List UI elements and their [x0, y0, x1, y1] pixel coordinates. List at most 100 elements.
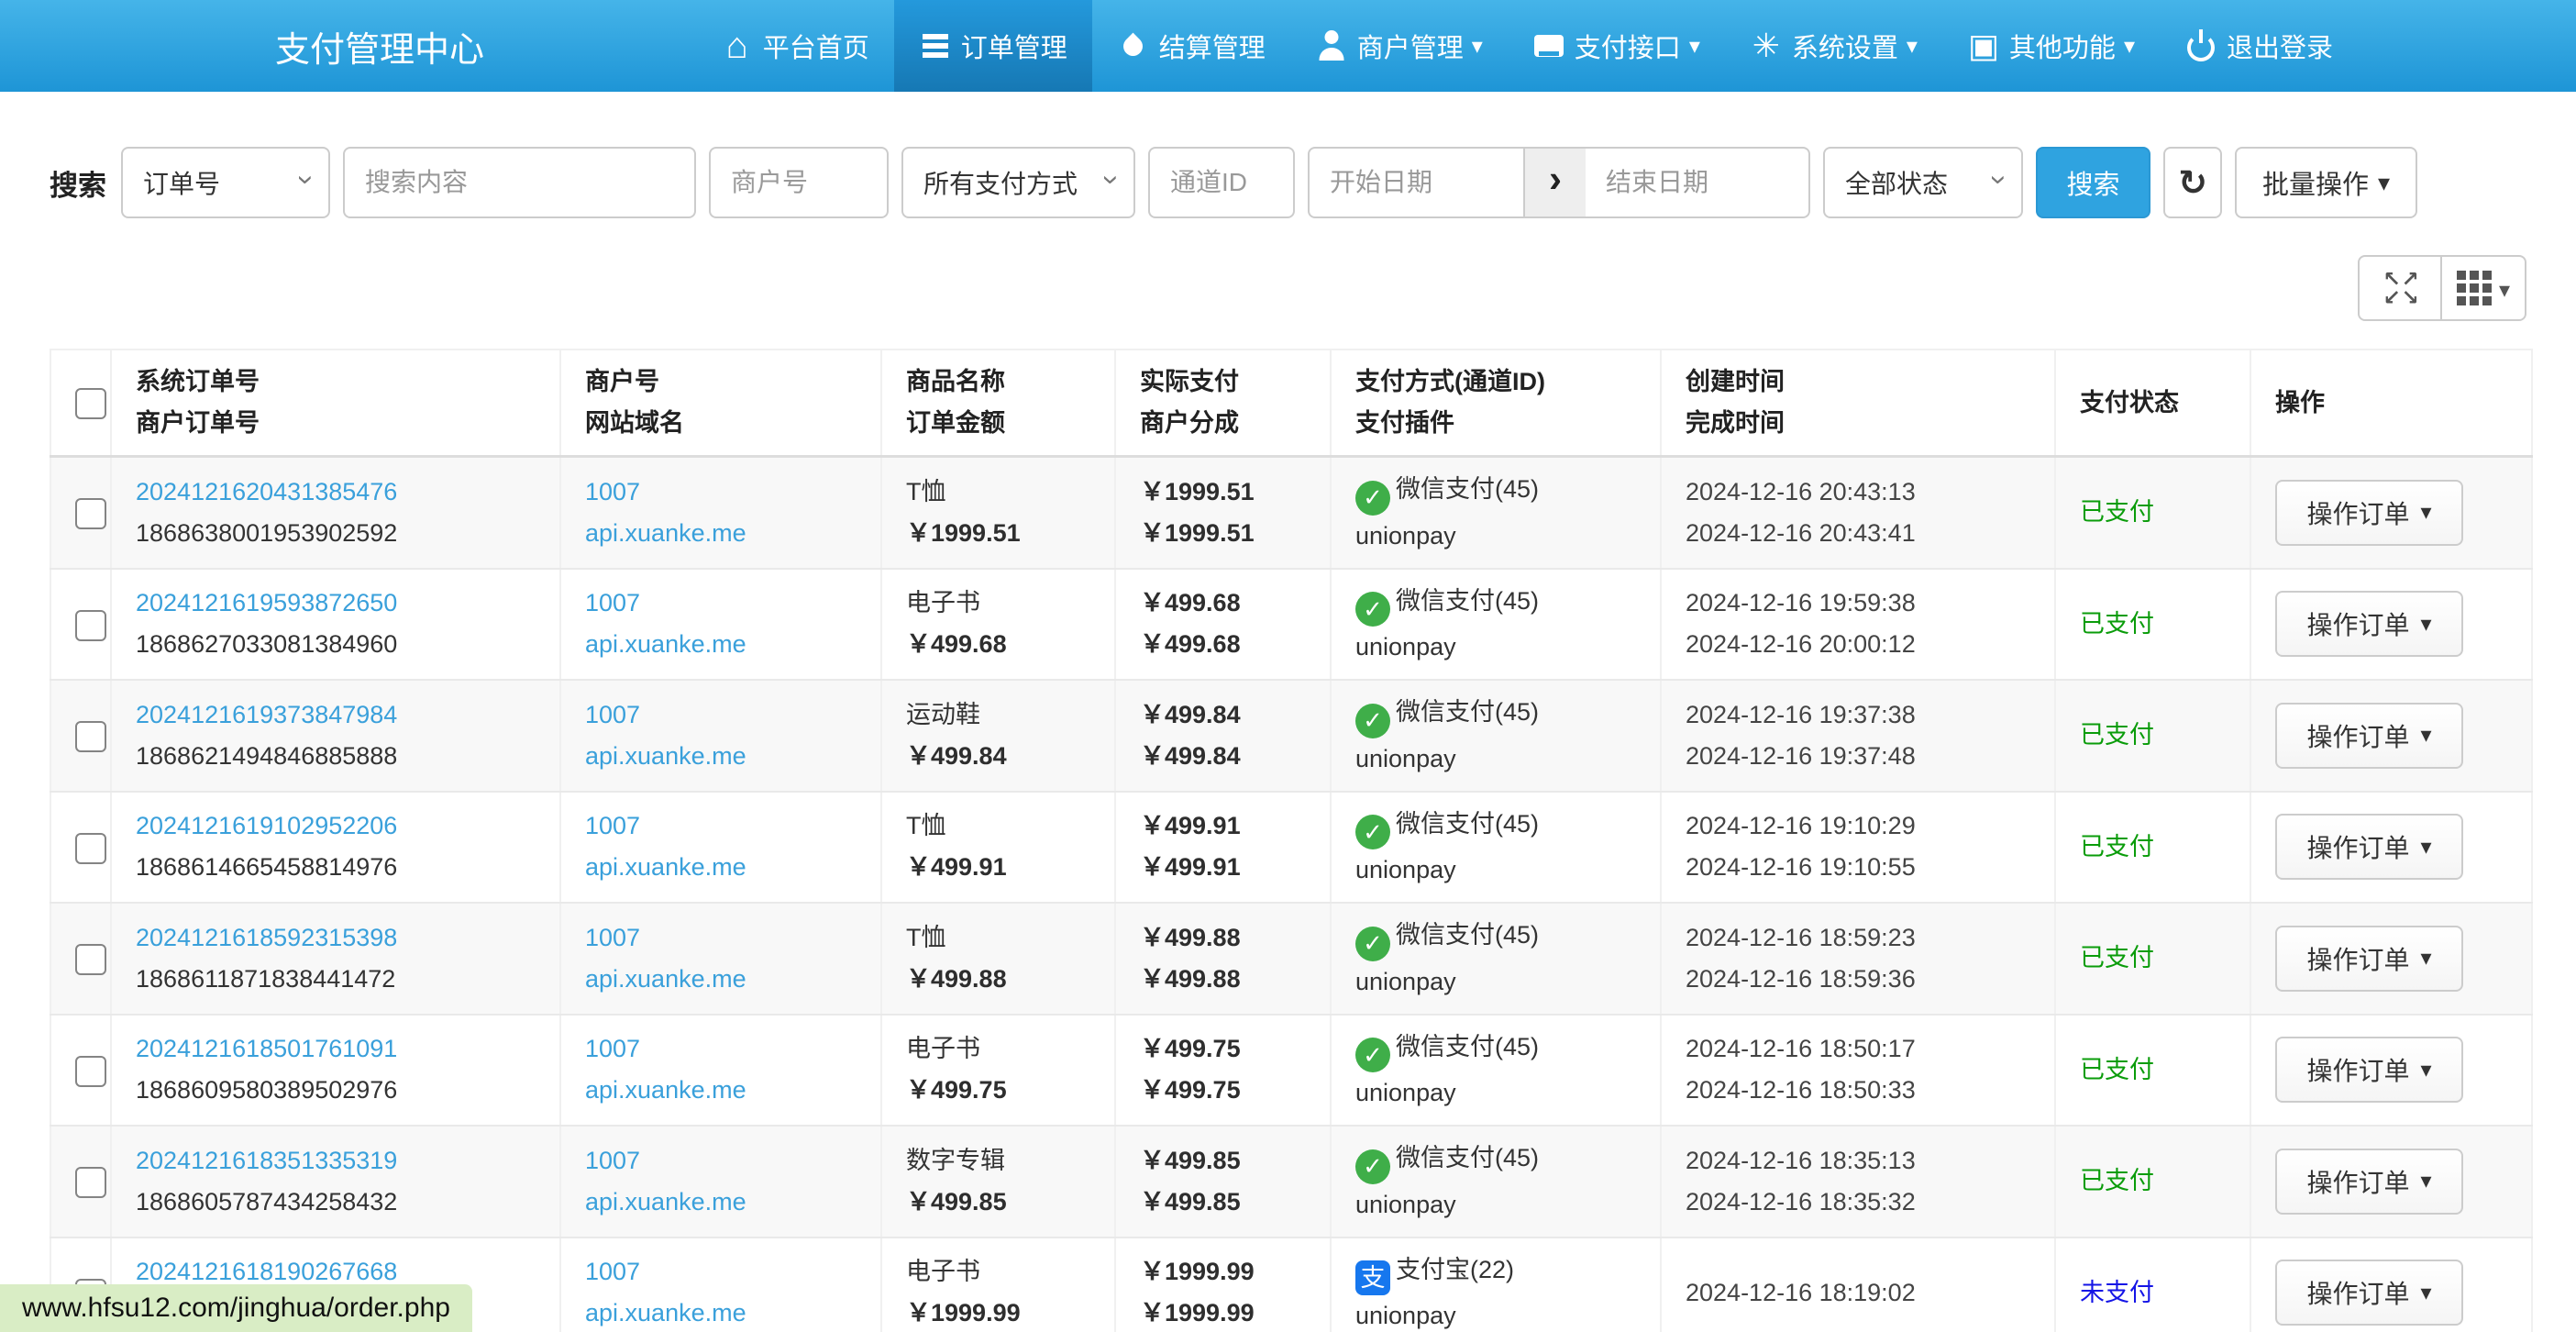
merchant-no-input[interactable]: [709, 147, 889, 218]
refresh-button[interactable]: ↻: [2163, 147, 2222, 218]
select-all-checkbox[interactable]: [75, 388, 106, 419]
chevron-down-icon: ▾: [1907, 33, 1918, 60]
cell-paid: ￥499.68 ￥499.68: [1115, 569, 1331, 681]
nav-item[interactable]: 商户管理 ▾: [1290, 0, 1508, 92]
domain-link[interactable]: api.xuanke.me: [585, 519, 746, 547]
cell-time: 2024-12-16 18:59:23 2024-12-16 18:59:36: [1661, 903, 2055, 1015]
system-order-link[interactable]: 2024121620431385476: [136, 478, 397, 505]
search-type-select[interactable]: 订单号: [121, 147, 330, 218]
order-action-label: 操作订单: [2306, 494, 2409, 531]
cell-method: 微信支付(45) unionpay: [1331, 680, 1661, 792]
paid-amount: ￥499.91: [1140, 805, 1306, 847]
nav-item[interactable]: 其他功能 ▾: [1942, 0, 2160, 92]
cell-order-numbers: 2024121618351335319 1868605787434258432: [111, 1126, 560, 1238]
merchant-no-link[interactable]: 1007: [585, 1147, 640, 1174]
order-action-button[interactable]: 操作订单: [2275, 591, 2463, 657]
channel-id-input[interactable]: [1148, 147, 1295, 218]
domain-link[interactable]: api.xuanke.me: [585, 1076, 746, 1104]
row-checkbox[interactable]: [75, 833, 106, 864]
order-action-button[interactable]: 操作订单: [2275, 1260, 2463, 1326]
system-order-link[interactable]: 2024121618501761091: [136, 1035, 397, 1062]
cell-merchant: 1007 api.xuanke.me: [560, 680, 881, 792]
start-date-input[interactable]: [1308, 147, 1525, 218]
search-keyword-input[interactable]: [343, 147, 696, 218]
bulk-actions-button[interactable]: 批量操作: [2235, 147, 2417, 218]
cell-method: 微信支付(45) unionpay: [1331, 1015, 1661, 1127]
table-row: 2024121619102952206 1868614665458814976 …: [50, 792, 2532, 904]
share-amount: ￥499.75: [1140, 1070, 1306, 1111]
cell-action: 操作订单: [2250, 680, 2532, 792]
order-action-button[interactable]: 操作订单: [2275, 926, 2463, 992]
system-order-link[interactable]: 2024121618190267668: [136, 1258, 397, 1285]
system-order-link[interactable]: 2024121618351335319: [136, 1147, 397, 1174]
row-checkbox[interactable]: [75, 721, 106, 752]
domain-link[interactable]: api.xuanke.me: [585, 853, 746, 881]
order-action-button[interactable]: 操作订单: [2275, 1037, 2463, 1103]
cell-status: 已支付: [2055, 1126, 2250, 1238]
merchant-no-link[interactable]: 1007: [585, 701, 640, 728]
nav-item[interactable]: 平台首页 ▾: [696, 0, 894, 92]
cell-status: 已支付: [2055, 792, 2250, 904]
order-action-label: 操作订单: [2306, 1051, 2409, 1088]
nav-item-label: 系统设置: [1792, 27, 1898, 65]
row-checkbox[interactable]: [75, 1167, 106, 1198]
completed-time: 2024-12-16 20:43:41: [1686, 513, 2030, 554]
end-date-input[interactable]: [1586, 147, 1810, 218]
nav-item[interactable]: 结算管理 ▾: [1092, 0, 1290, 92]
status-select[interactable]: 全部状态: [1823, 147, 2023, 218]
status-badge: 已支付: [2080, 610, 2154, 638]
system-order-link[interactable]: 2024121619593872650: [136, 589, 397, 616]
domain-link[interactable]: api.xuanke.me: [585, 965, 746, 993]
completed-time: 2024-12-16 18:50:33: [1686, 1070, 2030, 1111]
order-amount: ￥499.75: [906, 1070, 1090, 1111]
status-badge: 已支付: [2080, 721, 2154, 749]
created-time: 2024-12-16 18:19:02: [1686, 1272, 2030, 1314]
nav-item[interactable]: 支付接口 ▾: [1508, 0, 1725, 92]
product-name: T恤: [906, 805, 1090, 847]
pay-method-select[interactable]: 所有支付方式: [901, 147, 1135, 218]
search-button[interactable]: 搜索: [2036, 147, 2150, 218]
nav-item[interactable]: 订单管理 ▾: [894, 0, 1092, 92]
paid-amount: ￥1999.51: [1140, 472, 1306, 513]
system-order-link[interactable]: 2024121618592315398: [136, 924, 397, 951]
merchant-no-link[interactable]: 1007: [585, 478, 640, 505]
row-checkbox[interactable]: [75, 1056, 106, 1087]
domain-link[interactable]: api.xuanke.me: [585, 630, 746, 658]
link-preview-statusbar: www.hfsu12.com/jinghua/order.php: [0, 1284, 472, 1332]
order-action-button[interactable]: 操作订单: [2275, 1149, 2463, 1215]
merchant-no-link[interactable]: 1007: [585, 1258, 640, 1285]
domain-link[interactable]: api.xuanke.me: [585, 1299, 746, 1326]
share-amount: ￥499.91: [1140, 847, 1306, 888]
payment-method: 微信支付(45): [1396, 587, 1539, 615]
fullscreen-button[interactable]: ↖↗↙↘: [2358, 255, 2442, 321]
merchant-order-no: 1868605787434258432: [136, 1182, 536, 1223]
created-time: 2024-12-16 20:43:13: [1686, 472, 2030, 513]
merchant-no-link[interactable]: 1007: [585, 924, 640, 951]
cell-action: 操作订单: [2250, 903, 2532, 1015]
status-badge: 已支付: [2080, 944, 2154, 971]
merchant-no-link[interactable]: 1007: [585, 812, 640, 839]
row-checkbox[interactable]: [75, 498, 106, 529]
merchant-no-link[interactable]: 1007: [585, 1035, 640, 1062]
top-navbar: 支付管理中心 平台首页 ▾ 订单管理 ▾ 结算管理 ▾ 商户管理: [0, 0, 2576, 92]
nav-item[interactable]: 系统设置 ▾: [1725, 0, 1942, 92]
cell-action: 操作订单: [2250, 1238, 2532, 1332]
completed-time: 2024-12-16 20:00:12: [1686, 624, 2030, 665]
order-action-button[interactable]: 操作订单: [2275, 814, 2463, 880]
nav-item-label: 平台首页: [763, 27, 869, 65]
row-checkbox[interactable]: [75, 944, 106, 975]
domain-link[interactable]: api.xuanke.me: [585, 1188, 746, 1215]
completed-time: 2024-12-16 18:59:36: [1686, 959, 2030, 1000]
domain-link[interactable]: api.xuanke.me: [585, 742, 746, 770]
merchant-no-link[interactable]: 1007: [585, 589, 640, 616]
row-checkbox[interactable]: [75, 610, 106, 641]
cell-product: T恤 ￥499.91: [881, 792, 1115, 904]
system-order-link[interactable]: 2024121619373847984: [136, 701, 397, 728]
system-order-link[interactable]: 2024121619102952206: [136, 812, 397, 839]
order-action-button[interactable]: 操作订单: [2275, 480, 2463, 546]
order-action-button[interactable]: 操作订单: [2275, 703, 2463, 769]
product-name: 运动鞋: [906, 694, 1090, 736]
columns-button[interactable]: ▾: [2442, 255, 2526, 321]
payment-plugin: unionpay: [1355, 1295, 1636, 1332]
nav-item[interactable]: 退出登录 ▾: [2160, 0, 2358, 92]
